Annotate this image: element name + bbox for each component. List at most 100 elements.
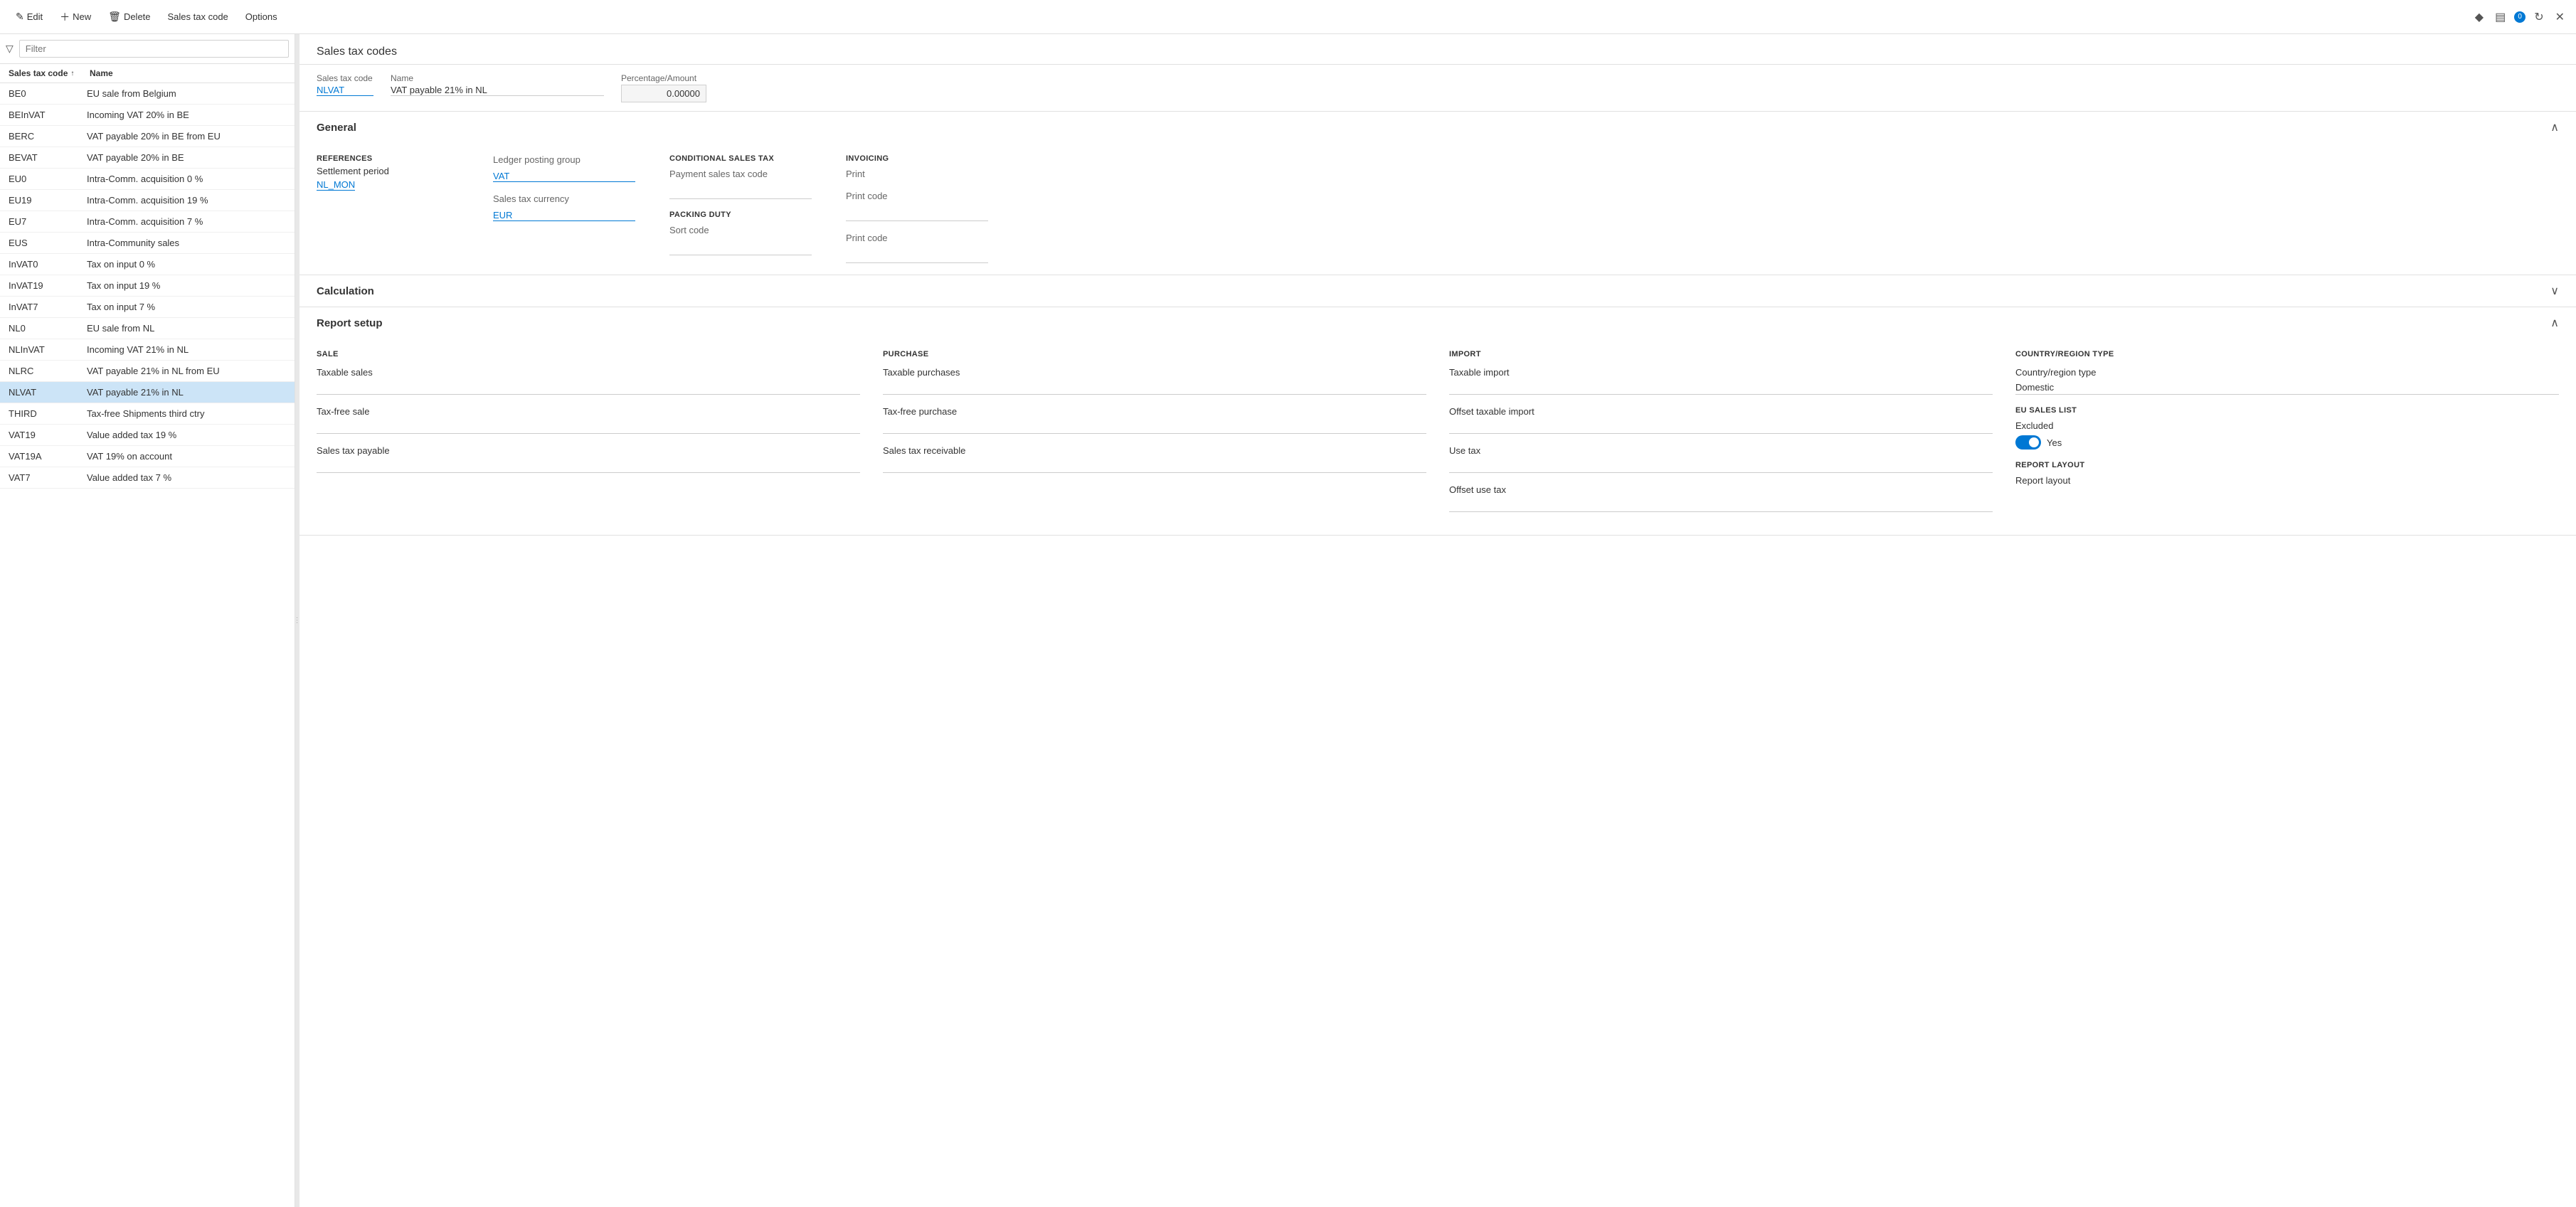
calculation-section-header[interactable]: Calculation ∨ xyxy=(300,275,2576,307)
settlement-period-link[interactable]: NL_MON xyxy=(317,179,355,191)
list-item[interactable]: VAT19A VAT 19% on account xyxy=(0,446,295,467)
import-col: IMPORT Taxable import Offset taxable imp… xyxy=(1449,350,1993,523)
layout-icon[interactable]: ▤ xyxy=(2492,7,2508,27)
list-item[interactable]: VAT7 Value added tax 7 % xyxy=(0,467,295,489)
list-item-name: Incoming VAT 21% in NL xyxy=(87,344,286,355)
notification-badge[interactable]: 0 xyxy=(2514,11,2525,23)
general-grid: REFERENCES Settlement period NL_MON xyxy=(317,154,2559,263)
list-item[interactable]: NL0 EU sale from NL xyxy=(0,318,295,339)
list-item[interactable]: BEVAT VAT payable 20% in BE xyxy=(0,147,295,169)
packing-duty-title: PACKING DUTY xyxy=(669,211,812,219)
list-item-name: Tax on input 7 % xyxy=(87,302,286,312)
list-item-code: BE0 xyxy=(9,88,87,99)
report-layout-title: REPORT LAYOUT xyxy=(2015,461,2559,469)
tax-free-purchase-field: Tax-free purchase xyxy=(883,406,1426,434)
offset-use-tax-input[interactable] xyxy=(1449,498,1993,512)
percentage-amount-value: 0.00000 xyxy=(621,85,706,102)
country-region-type-value[interactable]: Domestic xyxy=(2015,381,2559,395)
report-layout-label: Report layout xyxy=(2015,475,2559,486)
general-section-title: General xyxy=(317,122,356,134)
sales-tax-receivable-input[interactable] xyxy=(883,459,1426,473)
list-item[interactable]: EU0 Intra-Comm. acquisition 0 % xyxy=(0,169,295,190)
col-name-header: Name xyxy=(90,68,286,78)
list-item[interactable]: EU7 Intra-Comm. acquisition 7 % xyxy=(0,211,295,233)
delete-button[interactable]: 🗑 Delete xyxy=(101,6,157,27)
list-item-name: VAT payable 21% in NL from EU xyxy=(87,366,286,376)
list-item[interactable]: EUS Intra-Community sales xyxy=(0,233,295,254)
list-item[interactable]: VAT19 Value added tax 19 % xyxy=(0,425,295,446)
add-icon: ＋ xyxy=(60,10,70,24)
list-item[interactable]: InVAT7 Tax on input 7 % xyxy=(0,297,295,318)
left-panel: ▽ Sales tax code ↑ Name BE0 EU sale from… xyxy=(0,34,295,1207)
offset-taxable-import-label: Offset taxable import xyxy=(1449,406,1993,417)
references-block: REFERENCES Settlement period NL_MON xyxy=(317,154,459,191)
taxable-purchases-input[interactable] xyxy=(883,381,1426,395)
list-item-name: Incoming VAT 20% in BE xyxy=(87,110,286,120)
general-section-header[interactable]: General ∧ xyxy=(300,112,2576,143)
options-button[interactable]: Options xyxy=(238,7,285,26)
sales-tax-code-link[interactable]: NLVAT xyxy=(317,85,373,96)
list-item-code: VAT19 xyxy=(9,430,87,440)
list-item[interactable]: THIRD Tax-free Shipments third ctry xyxy=(0,403,295,425)
list-item[interactable]: BE0 EU sale from Belgium xyxy=(0,83,295,105)
field-sales-tax-code: Sales tax code NLVAT xyxy=(317,73,373,96)
print-code-input2[interactable] xyxy=(846,249,988,263)
print-code-block2: Print code xyxy=(846,233,988,263)
list-item-code: VAT19A xyxy=(9,451,87,462)
list-item-name: Value added tax 7 % xyxy=(87,472,286,483)
tax-free-purchase-input[interactable] xyxy=(883,420,1426,434)
list-item[interactable]: InVAT19 Tax on input 19 % xyxy=(0,275,295,297)
list-item-code: NLRC xyxy=(9,366,87,376)
list-item[interactable]: NLInVAT Incoming VAT 21% in NL xyxy=(0,339,295,361)
search-box xyxy=(19,40,289,58)
use-tax-field: Use tax xyxy=(1449,445,1993,473)
list-item-code: EU7 xyxy=(9,216,87,227)
print-code-input1[interactable] xyxy=(846,207,988,221)
col-code-header[interactable]: Sales tax code ↑ xyxy=(9,68,87,78)
list-item-code: BEInVAT xyxy=(9,110,87,120)
list-item-code: VAT7 xyxy=(9,472,87,483)
conditional-col: CONDITIONAL SALES TAX Payment sales tax … xyxy=(669,154,812,263)
sales-tax-currency-link[interactable]: EUR xyxy=(493,210,635,221)
filter-icon[interactable]: ▽ xyxy=(6,43,14,55)
sort-code-input[interactable] xyxy=(669,241,812,255)
search-input[interactable] xyxy=(26,43,282,54)
main-layout: ▽ Sales tax code ↑ Name BE0 EU sale from… xyxy=(0,34,2576,1207)
refresh-icon[interactable]: ↻ xyxy=(2531,7,2546,27)
report-grid: SALE Taxable sales Tax-free sale Sales t… xyxy=(317,350,2559,523)
payment-sales-tax-input[interactable] xyxy=(669,185,812,199)
list-item[interactable]: BEInVAT Incoming VAT 20% in BE xyxy=(0,105,295,126)
sort-icon: ↑ xyxy=(70,70,74,78)
list-item[interactable]: BERC VAT payable 20% in BE from EU xyxy=(0,126,295,147)
report-setup-section-header[interactable]: Report setup ∧ xyxy=(300,307,2576,339)
sales-tax-payable-input[interactable] xyxy=(317,459,860,473)
list-item[interactable]: EU19 Intra-Comm. acquisition 19 % xyxy=(0,190,295,211)
taxable-import-input[interactable] xyxy=(1449,381,1993,395)
close-icon[interactable]: ✕ xyxy=(2553,7,2567,27)
new-button[interactable]: ＋ New xyxy=(53,6,98,28)
excluded-toggle[interactable] xyxy=(2015,435,2041,450)
list-item-code: NLVAT xyxy=(9,387,87,398)
diamond-icon[interactable]: ◆ xyxy=(2472,7,2486,27)
ledger-col: Ledger posting group VAT Sales tax curre… xyxy=(493,154,635,263)
edit-button[interactable]: ✎ Edit xyxy=(9,6,50,27)
ledger-posting-group-link[interactable]: VAT xyxy=(493,171,635,182)
report-setup-chevron-icon: ∧ xyxy=(2550,316,2559,330)
use-tax-input[interactable] xyxy=(1449,459,1993,473)
list-item[interactable]: InVAT0 Tax on input 0 % xyxy=(0,254,295,275)
sales-tax-code-button[interactable]: Sales tax code xyxy=(161,7,235,26)
taxable-sales-input[interactable] xyxy=(317,381,860,395)
invoicing-block: INVOICING Print xyxy=(846,154,988,179)
list-item[interactable]: NLRC VAT payable 21% in NL from EU xyxy=(0,361,295,382)
list-item[interactable]: NLVAT VAT payable 21% in NL xyxy=(0,382,295,403)
taxable-sales-label: Taxable sales xyxy=(317,367,860,378)
toolbar-right: ◆ ▤ 0 ↻ ✕ xyxy=(2472,7,2567,27)
report-setup-section-title: Report setup xyxy=(317,317,383,329)
taxable-import-label: Taxable import xyxy=(1449,367,1993,378)
list-item-code: InVAT19 xyxy=(9,280,87,291)
references-title: REFERENCES xyxy=(317,154,459,163)
tax-free-sale-input[interactable] xyxy=(317,420,860,434)
offset-taxable-import-input[interactable] xyxy=(1449,420,1993,434)
sales-tax-currency-block: Sales tax currency EUR xyxy=(493,193,635,221)
sales-tax-receivable-label: Sales tax receivable xyxy=(883,445,1426,456)
